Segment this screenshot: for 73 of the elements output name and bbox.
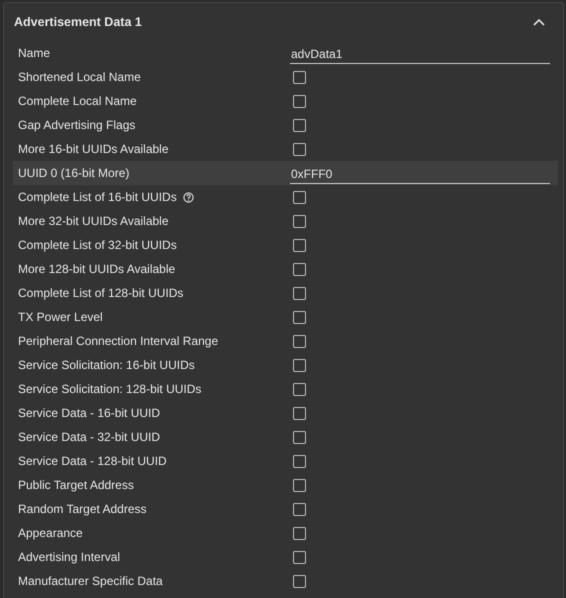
checkbox[interactable] [293, 142, 306, 156]
setting-row[interactable]: Complete List of 128-bit UUIDs [13, 281, 558, 305]
checkbox[interactable] [293, 430, 306, 444]
setting-label: Appearance [18, 526, 83, 540]
checkbox[interactable] [293, 190, 306, 204]
checkbox[interactable] [293, 358, 306, 372]
setting-row[interactable]: More 16-bit UUIDs Available [13, 137, 558, 161]
checkbox[interactable] [293, 118, 306, 132]
chevron-icon [533, 18, 545, 26]
text-field[interactable]: advData1 [290, 44, 550, 64]
setting-label: Shortened Local Name [18, 70, 141, 84]
checkbox[interactable] [293, 382, 306, 396]
setting-row[interactable]: Public Target Address [13, 473, 558, 497]
setting-row[interactable]: Manufacturer Specific Data [13, 569, 558, 593]
checkbox[interactable] [293, 406, 306, 420]
setting-label: Service Data - 16-bit UUID [18, 406, 160, 420]
setting-label: Service Data - 128-bit UUID [18, 454, 167, 468]
collapse-button[interactable] [531, 16, 547, 28]
panel-title: Advertisement Data 1 [14, 15, 142, 29]
setting-row[interactable]: More 128-bit UUIDs Available [13, 257, 558, 281]
setting-row[interactable]: Appearance [13, 521, 558, 545]
setting-label: More 16-bit UUIDs Available [18, 142, 169, 156]
setting-row[interactable]: Service Data - 32-bit UUID [13, 425, 558, 449]
setting-label: Peripheral Connection Interval Range [18, 334, 218, 348]
checkbox[interactable] [293, 70, 306, 84]
setting-row[interactable]: TX Power Level [13, 305, 558, 329]
checkbox[interactable] [293, 334, 306, 348]
setting-label: Manufacturer Specific Data [18, 574, 163, 588]
checkbox[interactable] [293, 574, 306, 588]
setting-label: Service Solicitation: 16-bit UUIDs [18, 358, 195, 372]
checkbox[interactable] [293, 238, 306, 252]
text-field[interactable]: 0xFFF0 [290, 164, 550, 184]
setting-row[interactable]: UUID 0 (16-bit More) 0xFFF0 [13, 161, 558, 185]
setting-row[interactable]: Service Solicitation: 16-bit UUIDs [13, 353, 558, 377]
setting-label: Complete List of 32-bit UUIDs [18, 238, 177, 252]
setting-row[interactable]: Complete List of 32-bit UUIDs [13, 233, 558, 257]
setting-label: TX Power Level [18, 310, 103, 324]
setting-label: Random Target Address [18, 502, 147, 516]
checkbox[interactable] [293, 94, 306, 108]
setting-label: More 32-bit UUIDs Available [18, 214, 169, 228]
setting-label: Service Solicitation: 128-bit UUIDs [18, 382, 202, 396]
setting-row[interactable]: Service Data - 16-bit UUID [13, 401, 558, 425]
checkbox[interactable] [293, 550, 306, 564]
setting-row[interactable]: Name advData1 [13, 41, 558, 65]
setting-row[interactable]: Complete Local Name [13, 89, 558, 113]
setting-label: Complete List of 128-bit UUIDs [18, 286, 184, 300]
checkbox[interactable] [293, 310, 306, 324]
setting-label: UUID 0 (16-bit More) [18, 166, 130, 180]
setting-row[interactable]: Shortened Local Name [13, 65, 558, 89]
setting-label: Complete List of 16-bit UUIDs [18, 190, 177, 204]
setting-label: Advertising Interval [18, 550, 120, 564]
checkbox[interactable] [293, 478, 306, 492]
checkbox[interactable] [293, 526, 306, 540]
setting-row[interactable]: Complete List of 16-bit UUIDs [13, 185, 558, 209]
setting-row[interactable]: Peripheral Connection Interval Range [13, 329, 558, 353]
setting-row[interactable]: Random Target Address [13, 497, 558, 521]
setting-row[interactable]: Service Solicitation: 128-bit UUIDs [13, 377, 558, 401]
setting-label: Public Target Address [18, 478, 134, 492]
setting-label: Name [18, 46, 50, 60]
setting-row[interactable]: Service Data - 128-bit UUID [13, 449, 558, 473]
setting-label: Gap Advertising Flags [18, 118, 136, 132]
checkbox[interactable] [293, 454, 306, 468]
setting-label: Service Data - 32-bit UUID [18, 430, 160, 444]
help-icon[interactable] [182, 192, 194, 202]
setting-row[interactable]: Advertising Interval [13, 545, 558, 569]
setting-label: Complete Local Name [18, 94, 137, 108]
setting-label: More 128-bit UUIDs Available [18, 262, 176, 276]
checkbox[interactable] [293, 286, 306, 300]
setting-row[interactable]: Gap Advertising Flags [13, 113, 558, 137]
checkbox[interactable] [293, 502, 306, 516]
checkbox[interactable] [293, 214, 306, 228]
setting-row[interactable]: More 32-bit UUIDs Available [13, 209, 558, 233]
checkbox[interactable] [293, 262, 306, 276]
